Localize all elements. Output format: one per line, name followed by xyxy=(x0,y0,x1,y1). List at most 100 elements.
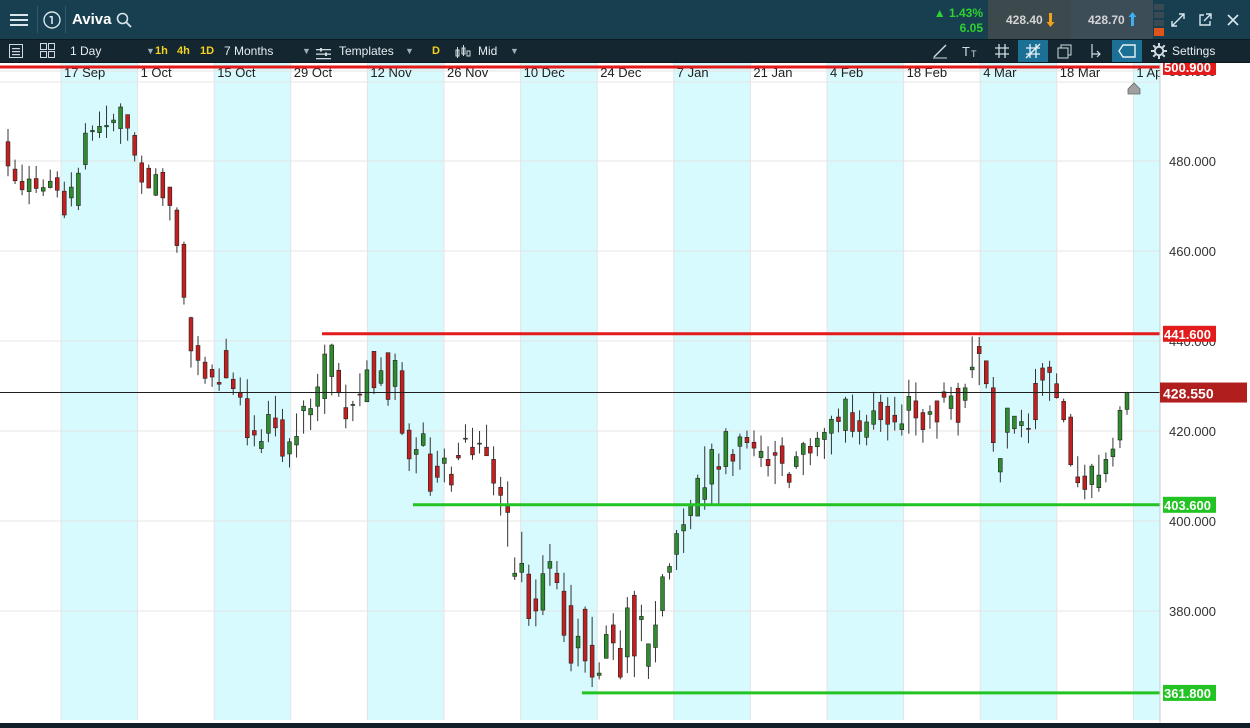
tag-label: 500.900 xyxy=(1164,63,1211,75)
candle-up xyxy=(90,130,95,133)
candle-down xyxy=(892,414,897,423)
interval-1d-button[interactable]: 1D xyxy=(200,40,214,62)
candle-down xyxy=(1033,382,1038,421)
candle-up xyxy=(392,360,398,387)
draw-line-icon[interactable] xyxy=(932,43,948,65)
candle-down xyxy=(1026,427,1031,430)
candle-down xyxy=(230,378,236,389)
candle-down xyxy=(209,369,215,378)
buy-button[interactable]: 428.70 xyxy=(1071,0,1153,39)
interval-select[interactable]: 1 Day ▼ xyxy=(70,40,155,62)
price-change-box: ▲ 1.43% 6.05 xyxy=(925,0,988,39)
candle-up xyxy=(301,405,306,412)
candle-down xyxy=(568,605,574,664)
layout-icon[interactable] xyxy=(40,43,55,65)
price-type-select[interactable]: Mid ▼ xyxy=(478,40,523,62)
candle-down xyxy=(146,167,151,189)
candle-down xyxy=(779,445,785,464)
y-axis-label: 420.000 xyxy=(1169,424,1216,439)
candle-up xyxy=(315,386,320,407)
candle-down xyxy=(878,401,883,421)
interval-4h-button[interactable]: 4h xyxy=(177,40,190,62)
candle-down xyxy=(991,387,996,443)
candle-down xyxy=(744,436,750,443)
menu-icon[interactable] xyxy=(0,0,37,39)
alert-toggle[interactable] xyxy=(1112,40,1142,62)
candle-up xyxy=(111,119,116,124)
candle-down xyxy=(223,350,229,379)
expand-icon[interactable] xyxy=(1167,0,1189,39)
gear-icon[interactable] xyxy=(1151,43,1167,65)
candle-down xyxy=(885,405,890,425)
y-axis-label: 400.000 xyxy=(1169,514,1216,529)
candle-up xyxy=(793,456,799,467)
info-icon[interactable] xyxy=(39,0,65,39)
d-button[interactable]: D xyxy=(432,40,440,62)
candle-down xyxy=(1061,400,1066,421)
period-value: 7 Months xyxy=(224,44,274,58)
templates-select[interactable]: Templates ▼ xyxy=(339,40,419,62)
grid-icon[interactable] xyxy=(994,43,1010,65)
candle-down xyxy=(786,473,792,483)
price-level-tag: 500.900 xyxy=(1163,58,1216,75)
candle-down xyxy=(160,171,166,199)
candle-down xyxy=(751,441,757,449)
change-absolute: 6.05 xyxy=(959,21,983,35)
sell-price: 428.40 xyxy=(1006,13,1043,27)
price-chart[interactable]: 17 Sep 1 Oct 15 Oct 29 Oct 12 Nov 26 Nov 10 De… xyxy=(0,58,1250,723)
candle-down xyxy=(181,243,187,298)
candle-up xyxy=(702,487,707,500)
candle-down xyxy=(245,398,250,439)
price-level-tag: 441.600 xyxy=(1163,325,1216,342)
candle-down xyxy=(1068,416,1073,466)
instrument-name[interactable]: Aviva xyxy=(72,0,111,39)
candle-up xyxy=(364,369,370,403)
candle-up xyxy=(801,443,806,455)
candle-down xyxy=(505,506,510,513)
candle-down xyxy=(618,648,623,678)
indicator-icon[interactable] xyxy=(1088,43,1104,65)
candle-up xyxy=(1019,421,1024,426)
candle-down xyxy=(406,429,412,460)
candle-up xyxy=(737,436,743,447)
candle-up xyxy=(413,449,419,455)
candle-up xyxy=(871,410,876,425)
candle-down xyxy=(5,141,11,167)
candle-down xyxy=(976,346,982,354)
candle-down xyxy=(216,382,222,385)
list-icon[interactable] xyxy=(9,43,23,65)
candle-up xyxy=(709,449,715,485)
candle-down xyxy=(188,317,194,352)
candle-down xyxy=(202,361,208,379)
chevron-down-icon: ▼ xyxy=(405,46,414,56)
candle-down xyxy=(1054,383,1059,398)
y-axis-label: 460.000 xyxy=(1169,244,1216,259)
search-icon[interactable] xyxy=(114,0,134,39)
candle-up xyxy=(1124,392,1130,410)
candle-up xyxy=(906,396,912,411)
candle-down xyxy=(195,345,201,361)
interval-1h-button[interactable]: 1h xyxy=(155,40,168,62)
close-icon[interactable] xyxy=(1222,0,1244,39)
candle-down xyxy=(772,452,778,456)
candle-up xyxy=(927,411,933,415)
candle-up xyxy=(83,132,88,165)
crosshair-grid-toggle[interactable] xyxy=(1018,40,1048,62)
candle-down xyxy=(808,445,813,454)
settings-button[interactable]: Settings xyxy=(1172,40,1215,62)
chart-area[interactable]: 17 Sep 1 Oct 15 Oct 29 Oct 12 Nov 26 Nov 10 De… xyxy=(0,58,1250,723)
period-select[interactable]: 7 Months ▼ xyxy=(224,40,311,62)
candle-down xyxy=(343,407,349,420)
candle-up xyxy=(322,353,327,399)
candle-up xyxy=(259,441,264,449)
chevron-down-icon: ▼ xyxy=(510,46,519,56)
candle-down xyxy=(526,573,532,619)
candle-down xyxy=(913,400,919,419)
popout-icon[interactable] xyxy=(1194,0,1216,39)
candle-up xyxy=(758,450,764,458)
sell-button[interactable]: 428.40 xyxy=(988,0,1071,39)
buy-price: 428.70 xyxy=(1088,13,1125,27)
text-size-icon[interactable]: TT xyxy=(962,43,979,65)
chevron-down-icon: ▼ xyxy=(146,46,155,56)
windows-icon[interactable] xyxy=(1057,43,1073,65)
